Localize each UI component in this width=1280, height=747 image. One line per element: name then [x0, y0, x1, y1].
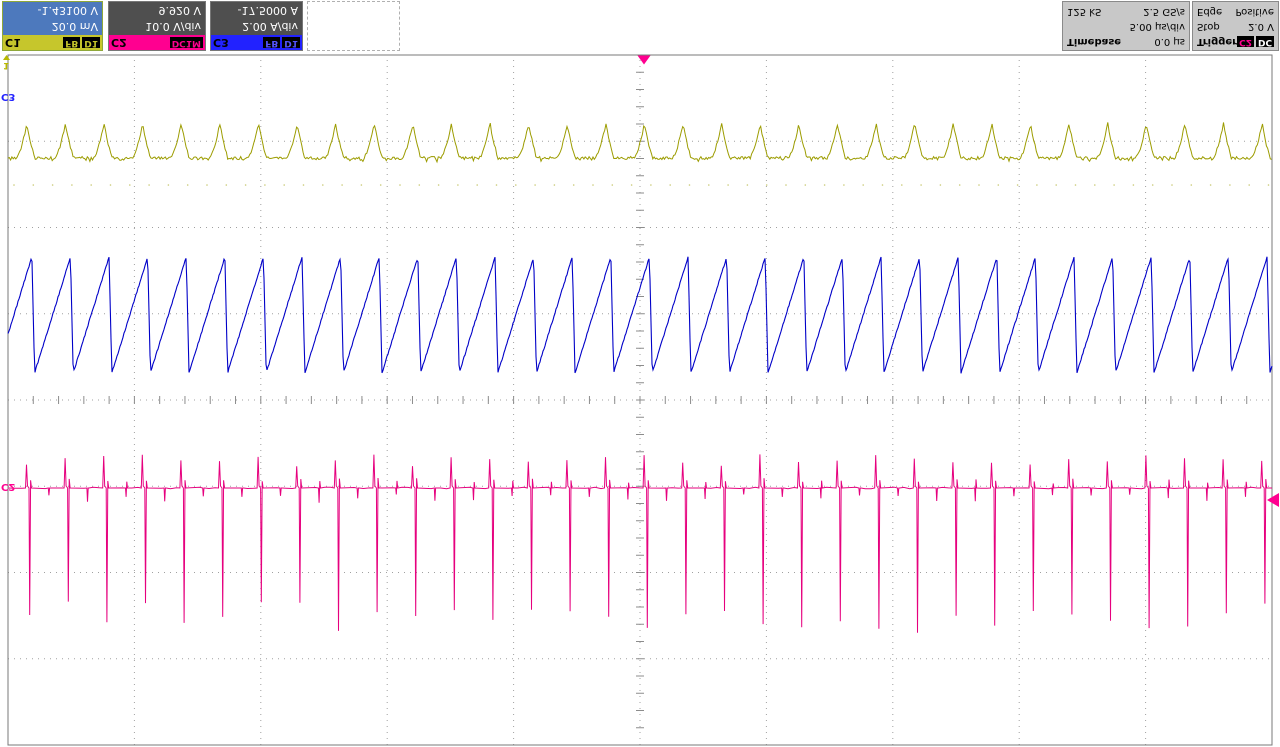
coupling-badge: D1 [82, 37, 100, 48]
offset-readout: -1.43100 V [37, 4, 98, 17]
offset-readout: 9.920 V [158, 4, 201, 17]
coupling-badge: FB [63, 37, 81, 48]
coupling-badge: FB [263, 37, 281, 48]
trigger-type: Edge [1197, 6, 1223, 17]
timebase-scale: 5.00 µs/div [1129, 21, 1185, 32]
timebase-rate: 2.5 GS/s [1143, 6, 1185, 17]
channel-badges-c1: FB D1 [63, 37, 100, 48]
coupling-badge: D1 [282, 37, 300, 48]
channel-label-c2: C2 [111, 36, 127, 49]
channel-descriptor-c1[interactable]: C1 FB D1 20.0 mV -1.43100 V [2, 1, 103, 51]
trigger-time-marker[interactable] [637, 55, 651, 65]
oscilloscope-screen: 1 C3 C2 C1 FB D1 20.0 mV -1.43100 V C2 DC1… [0, 0, 1280, 747]
c1-zero-marker-arrow-icon [3, 55, 10, 60]
trigger-descriptor[interactable]: Trigger C2 DC Stop 2.0 V Edge Positive [1192, 1, 1279, 51]
timebase-delay: 0.0 µs [1154, 36, 1185, 47]
channel-descriptor-c3[interactable]: C3 FB D1 2.00 A/div -17.5000 A [210, 1, 303, 51]
trace-c3 [7, 256, 1273, 374]
trigger-source-badge: C2 [1237, 36, 1254, 47]
channel-descriptor-empty[interactable] [307, 1, 400, 51]
trigger-level-marker[interactable] [1267, 493, 1279, 507]
channel-header-c2: C2 DC1M [109, 35, 205, 50]
channel-badges-c3: FB D1 [263, 37, 300, 48]
trigger-mode: Stop [1197, 21, 1220, 32]
trigger-coupling-badge: DC [1256, 36, 1275, 47]
channel-readout-c1: 20.0 mV -1.43100 V [3, 2, 102, 35]
channel-header-c1: C1 FB D1 [3, 35, 102, 50]
channel-label-c3: C3 [213, 36, 229, 49]
timebase-samples: 125 kS [1067, 6, 1102, 17]
c1-zero-marker[interactable]: 1 [3, 60, 9, 70]
channel-label-c1: C1 [5, 36, 21, 49]
trigger-badges: C2 DC [1237, 36, 1275, 47]
coupling-badge: DC1M [169, 37, 203, 48]
trigger-level: 2.0 V [1248, 21, 1274, 32]
offset-readout: -17.5000 A [237, 4, 298, 17]
timebase-title: Timebase [1067, 36, 1122, 47]
vdiv-readout: 10.0 V/div [145, 20, 201, 33]
channel-descriptor-c2[interactable]: C2 DC1M 10.0 V/div 9.920 V [108, 1, 206, 51]
trigger-slope: Positive [1235, 6, 1274, 17]
channel-header-c3: C3 FB D1 [211, 35, 302, 50]
trigger-title: Trigger [1197, 36, 1238, 47]
trace-c1 [7, 122, 1272, 164]
vdiv-readout: 2.00 A/div [242, 20, 298, 33]
c2-zero-marker[interactable]: C2 [1, 481, 15, 492]
waveform-grid: 1 C3 C2 [1, 54, 1279, 746]
channel-readout-c2: 10.0 V/div 9.920 V [109, 2, 205, 35]
channel-readout-c3: 2.00 A/div -17.5000 A [211, 2, 302, 35]
c3-zero-marker[interactable]: C3 [1, 91, 15, 102]
timebase-descriptor[interactable]: Timebase 0.0 µs 5.00 µs/div 125 kS 2.5 G… [1062, 1, 1190, 51]
vdiv-readout: 20.0 mV [51, 20, 98, 33]
channel-badges-c2: DC1M [169, 37, 203, 48]
